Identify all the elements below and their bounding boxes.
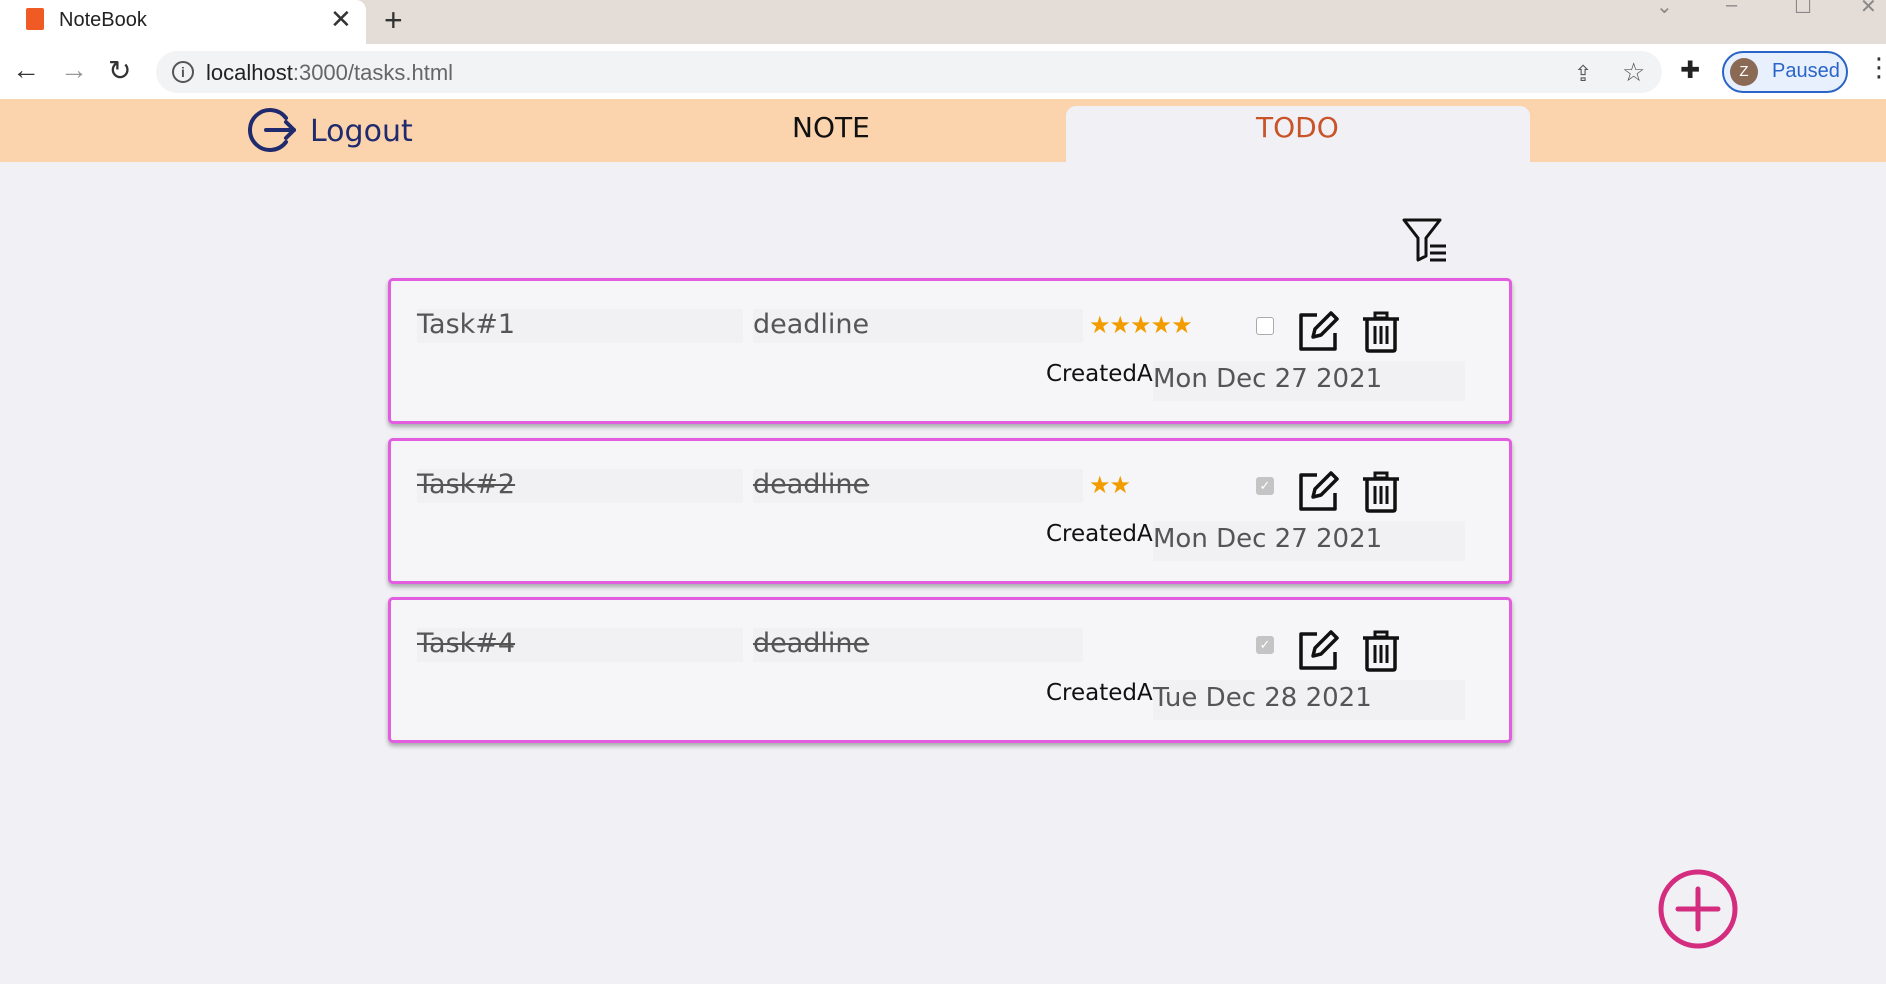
- filter-icon: [1402, 218, 1446, 262]
- tab-close-button[interactable]: ✕: [330, 4, 352, 35]
- new-tab-button[interactable]: +: [384, 2, 403, 39]
- priority-stars[interactable]: ★★: [1089, 471, 1225, 500]
- created-at-value: Mon Dec 27 2021: [1153, 361, 1465, 401]
- done-checkbox[interactable]: [1256, 317, 1274, 335]
- edit-icon: [1299, 630, 1339, 670]
- task-deadline[interactable]: deadline: [753, 628, 1083, 662]
- profile-button[interactable]: Z Paused: [1722, 51, 1848, 93]
- share-icon[interactable]: ⇪: [1574, 61, 1592, 87]
- extensions-icon[interactable]: ✚: [1680, 56, 1700, 85]
- app-header: Logout NOTE TODO: [0, 99, 1886, 162]
- task-deadline[interactable]: deadline: [753, 309, 1083, 343]
- created-at-value: Tue Dec 28 2021: [1153, 680, 1465, 720]
- delete-button[interactable]: [1361, 630, 1401, 677]
- created-at-label: CreatedAt:: [1046, 521, 1170, 547]
- nav-todo-tab[interactable]: TODO: [1066, 106, 1530, 162]
- logout-label: Logout: [310, 114, 413, 149]
- plus-circle-icon: [1658, 869, 1738, 949]
- edit-icon: [1299, 471, 1339, 511]
- nav-note-link[interactable]: NOTE: [792, 111, 870, 144]
- bookmark-star-icon[interactable]: ☆: [1622, 57, 1645, 88]
- close-window-icon[interactable]: ✕: [1860, 0, 1877, 19]
- delete-button[interactable]: [1361, 471, 1401, 518]
- task-deadline[interactable]: deadline: [753, 469, 1083, 503]
- maximize-icon[interactable]: ☐: [1794, 0, 1812, 19]
- profile-status: Paused: [1772, 60, 1840, 82]
- created-at-label: CreatedAt:: [1046, 361, 1170, 387]
- trash-icon: [1363, 471, 1399, 513]
- priority-stars[interactable]: ★★★★★: [1089, 311, 1225, 340]
- address-bar[interactable]: i localhost:3000/tasks.html ⇪ ☆: [156, 51, 1662, 93]
- task-name[interactable]: Task#4: [417, 628, 743, 662]
- browser-toolbar: ← → ↻ i localhost:3000/tasks.html ⇪ ☆ ✚ …: [0, 44, 1886, 99]
- done-checkbox[interactable]: ✓: [1256, 477, 1274, 495]
- browser-tabstrip: NoteBook ✕ + ⌄ – ☐ ✕: [0, 0, 1886, 44]
- browser-menu-icon[interactable]: ⋮: [1866, 52, 1886, 83]
- edit-button[interactable]: [1297, 471, 1339, 518]
- trash-icon: [1363, 311, 1399, 353]
- edit-icon: [1299, 311, 1339, 351]
- edit-button[interactable]: [1297, 311, 1339, 358]
- browser-tab[interactable]: NoteBook ✕: [0, 0, 366, 44]
- created-at-label: CreatedAt:: [1046, 680, 1170, 706]
- task-card: Task#1 deadline ★★★★★ CreatedAt: Mon Dec…: [388, 278, 1512, 424]
- avatar: Z: [1730, 58, 1758, 86]
- task-name[interactable]: Task#1: [417, 309, 743, 343]
- site-info-icon[interactable]: i: [172, 61, 194, 83]
- created-at-value: Mon Dec 27 2021: [1153, 521, 1465, 561]
- filter-button[interactable]: [1402, 216, 1448, 269]
- edit-button[interactable]: [1297, 630, 1339, 677]
- delete-button[interactable]: [1361, 311, 1401, 358]
- task-card: Task#4 deadline ✓ CreatedAt: Tue Dec 28 …: [388, 597, 1512, 743]
- trash-icon: [1363, 630, 1399, 672]
- reload-icon[interactable]: ↻: [108, 54, 131, 87]
- url-text[interactable]: localhost:3000/tasks.html: [206, 60, 453, 86]
- add-task-button[interactable]: [1658, 869, 1738, 954]
- minimize-icon[interactable]: –: [1726, 0, 1737, 17]
- tab-search-icon[interactable]: ⌄: [1656, 0, 1673, 19]
- nav-todo-label: TODO: [1256, 111, 1339, 144]
- task-name[interactable]: Task#2: [417, 469, 743, 503]
- forward-icon[interactable]: →: [60, 54, 88, 86]
- done-checkbox[interactable]: ✓: [1256, 636, 1274, 654]
- back-icon[interactable]: ←: [12, 54, 40, 86]
- notebook-favicon-icon: [26, 8, 44, 30]
- tab-title: NoteBook: [59, 9, 147, 31]
- task-card: Task#2 deadline ★★ ✓ CreatedAt: Mon Dec …: [388, 438, 1512, 584]
- logout-icon: [248, 108, 296, 152]
